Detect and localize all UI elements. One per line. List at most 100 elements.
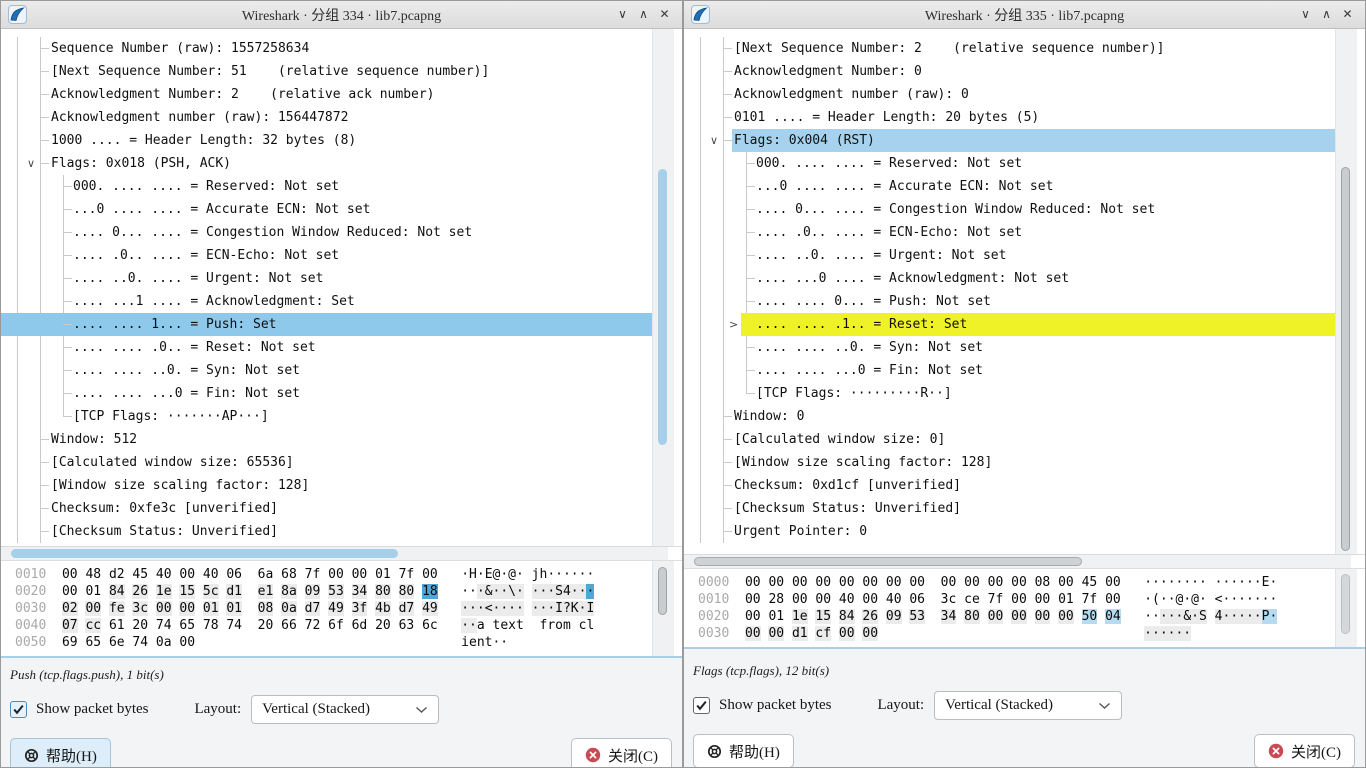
hex-row[interactable]: 0000 00 00 00 00 00 00 00 00 00 00 00 00… [698, 574, 1365, 591]
tree-row[interactable]: .... ...0 .... = Acknowledgment: Not set [684, 267, 1335, 290]
hex-row[interactable]: 0020 00 01 84 26 1e 15 5c d1 e1 8a 09 53… [15, 583, 682, 600]
tree-row[interactable]: [Checksum Status: Unverified] [1, 520, 652, 543]
show-packet-bytes-label[interactable]: Show packet bytes [719, 697, 831, 714]
layout-label: Layout: [877, 697, 924, 714]
close-button-label: 关闭(C) [608, 745, 658, 766]
show-packet-bytes-checkbox[interactable] [10, 701, 27, 718]
tree-row[interactable]: Urgent Pointer: 0 [684, 520, 1335, 543]
tree-row[interactable]: .... .... ..0. = Syn: Not set [684, 336, 1335, 359]
field-status-text: Flags (tcp.flags), 12 bit(s) [693, 663, 1365, 679]
tree-row[interactable]: .... .0.. .... = ECN-Echo: Not set [1, 244, 652, 267]
wireshark-packet-335-window: Wireshark · 分组 335 · lib7.pcapng ∨ ∧ ✕ [… [683, 0, 1366, 768]
tree-row[interactable]: [Window size scaling factor: 128] [1, 474, 652, 497]
hex-row[interactable]: 0010 00 48 d2 45 40 00 40 06 6a 68 7f 00… [15, 566, 682, 583]
close-window-icon[interactable]: ✕ [655, 5, 674, 24]
tree-row[interactable]: .... 0... .... = Congestion Window Reduc… [684, 198, 1335, 221]
tree-row[interactable]: [Checksum Status: Unverified] [684, 497, 1335, 520]
expander-open-icon[interactable]: ∨ [27, 152, 35, 175]
tree-horizontal-scrollbar[interactable] [1, 547, 682, 561]
hex-row[interactable]: 0050 69 65 6e 74 0a 00 ient·· [15, 634, 682, 651]
expander-open-icon[interactable]: ∨ [710, 129, 718, 152]
tree-row[interactable]: .... ...1 .... = Acknowledgment: Set [1, 290, 652, 313]
tree-row[interactable]: ...0 .... .... = Accurate ECN: Not set [684, 175, 1335, 198]
packet-bytes-pane[interactable]: 0000 00 00 00 00 00 00 00 00 00 00 00 00… [684, 569, 1365, 649]
layout-dropdown[interactable]: Vertical (Stacked) [934, 691, 1122, 720]
tree-row[interactable]: ∨Flags: 0x018 (PSH, ACK) [1, 152, 652, 175]
tree-row[interactable]: Acknowledgment Number: 2 (relative ack n… [1, 83, 652, 106]
expander-closed-icon[interactable]: > [729, 313, 738, 336]
checkmark-icon [695, 699, 708, 712]
hex-row[interactable]: 0030 00 00 d1 cf 00 00 ······ [698, 625, 1365, 642]
tree-vertical-scrollbar[interactable] [652, 29, 674, 546]
tree-row[interactable]: 1000 .... = Header Length: 32 bytes (8) [1, 129, 652, 152]
packet-bytes-pane[interactable]: 0010 00 48 d2 45 40 00 40 06 6a 68 7f 00… [1, 561, 682, 658]
tree-row[interactable]: Acknowledgment Number: 0 [684, 60, 1335, 83]
tree-row[interactable]: .... .0.. .... = ECN-Echo: Not set [684, 221, 1335, 244]
scrollbar-thumb[interactable] [694, 557, 1082, 566]
tree-row[interactable]: [Next Sequence Number: 2 (relative seque… [684, 37, 1335, 60]
window-titlebar[interactable]: Wireshark · 分组 335 · lib7.pcapng ∨ ∧ ✕ [684, 1, 1365, 29]
close-window-icon[interactable]: ✕ [1338, 5, 1357, 24]
tree-row[interactable]: Checksum: 0xd1cf [unverified] [684, 474, 1335, 497]
tree-row[interactable]: 000. .... .... = Reserved: Not set [1, 175, 652, 198]
tree-row[interactable]: Window: 512 [1, 428, 652, 451]
maximize-icon[interactable]: ∧ [1317, 5, 1336, 24]
close-button[interactable]: 关闭(C) [1254, 734, 1355, 768]
tree-row[interactable]: [TCP Flags: ·········R··] [684, 382, 1335, 405]
close-button[interactable]: 关闭(C) [571, 738, 672, 768]
tree-row[interactable]: .... ..0. .... = Urgent: Not set [684, 244, 1335, 267]
tree-horizontal-scrollbar[interactable] [684, 555, 1365, 569]
scrollbar-thumb[interactable] [658, 169, 667, 445]
scrollbar-thumb[interactable] [11, 549, 398, 558]
help-button[interactable]: 帮助(H) [10, 738, 111, 768]
minimize-icon[interactable]: ∨ [1296, 5, 1315, 24]
scrollbar-thumb[interactable] [658, 567, 667, 615]
tree-row[interactable]: [Next Sequence Number: 51 (relative sequ… [1, 60, 652, 83]
tree-row[interactable]: Window: 0 [684, 405, 1335, 428]
dialog-footer: Push (tcp.flags.push), 1 bit(s) Show pac… [1, 667, 682, 768]
minimize-icon[interactable]: ∨ [613, 5, 632, 24]
dialog-footer: Flags (tcp.flags), 12 bit(s) Show packet… [684, 663, 1365, 768]
tree-row[interactable]: [Window size scaling factor: 128] [684, 451, 1335, 474]
tree-row[interactable]: ∨Flags: 0x004 (RST) [684, 129, 1335, 152]
screen: Wireshark · 分组 334 · lib7.pcapng ∨ ∧ ✕ S… [0, 0, 1366, 768]
tree-vertical-scrollbar[interactable] [1335, 29, 1357, 554]
tree-row[interactable]: [Calculated window size: 65536] [1, 451, 652, 474]
tree-row[interactable]: >.... .... .1.. = Reset: Set [684, 313, 1335, 336]
hex-row[interactable]: 0040 07 cc 61 20 74 65 78 74 20 66 72 6f… [15, 617, 682, 634]
tree-row[interactable]: Checksum: 0xfe3c [unverified] [1, 497, 652, 520]
help-button[interactable]: 帮助(H) [693, 734, 794, 768]
tree-row[interactable]: Acknowledgment number (raw): 156447872 [1, 106, 652, 129]
tree-row[interactable]: Sequence Number (raw): 1557258634 [1, 37, 652, 60]
tree-row[interactable]: .... .... 0... = Push: Not set [684, 290, 1335, 313]
tree-row[interactable]: [TCP Flags: ·······AP···] [1, 405, 652, 428]
help-buoy-icon [707, 744, 722, 759]
tree-row[interactable]: .... 0... .... = Congestion Window Reduc… [1, 221, 652, 244]
tree-row[interactable]: .... .... .0.. = Reset: Not set [1, 336, 652, 359]
packet-detail-tree[interactable]: [Next Sequence Number: 2 (relative seque… [684, 29, 1365, 555]
scrollbar-thumb[interactable] [1341, 167, 1350, 551]
show-packet-bytes-label[interactable]: Show packet bytes [36, 701, 148, 718]
tree-row[interactable]: [Calculated window size: 0] [684, 428, 1335, 451]
layout-dropdown[interactable]: Vertical (Stacked) [251, 695, 439, 724]
tree-row[interactable]: .... .... 1... = Push: Set [1, 313, 652, 336]
scrollbar-thumb[interactable] [1341, 574, 1350, 634]
packet-detail-tree[interactable]: Sequence Number (raw): 1557258634[Next S… [1, 29, 682, 547]
hex-vertical-scrollbar[interactable] [1335, 569, 1357, 647]
hex-row[interactable]: 0030 02 00 fe 3c 00 00 01 01 08 0a d7 49… [15, 600, 682, 617]
hex-vertical-scrollbar[interactable] [652, 561, 674, 656]
window-titlebar[interactable]: Wireshark · 分组 334 · lib7.pcapng ∨ ∧ ✕ [1, 1, 682, 29]
tree-row[interactable]: 000. .... .... = Reserved: Not set [684, 152, 1335, 175]
tree-row[interactable]: .... ..0. .... = Urgent: Not set [1, 267, 652, 290]
tree-row[interactable]: .... .... ...0 = Fin: Not set [1, 382, 652, 405]
tree-row[interactable]: Acknowledgment number (raw): 0 [684, 83, 1335, 106]
field-status-text: Push (tcp.flags.push), 1 bit(s) [10, 667, 682, 683]
hex-row[interactable]: 0020 00 01 1e 15 84 26 09 53 34 80 00 00… [698, 608, 1365, 625]
tree-row[interactable]: .... .... ...0 = Fin: Not set [684, 359, 1335, 382]
hex-row[interactable]: 0010 00 28 00 00 40 00 40 06 3c ce 7f 00… [698, 591, 1365, 608]
tree-row[interactable]: ...0 .... .... = Accurate ECN: Not set [1, 198, 652, 221]
show-packet-bytes-checkbox[interactable] [693, 697, 710, 714]
tree-row[interactable]: 0101 .... = Header Length: 20 bytes (5) [684, 106, 1335, 129]
tree-row[interactable]: .... .... ..0. = Syn: Not set [1, 359, 652, 382]
maximize-icon[interactable]: ∧ [634, 5, 653, 24]
